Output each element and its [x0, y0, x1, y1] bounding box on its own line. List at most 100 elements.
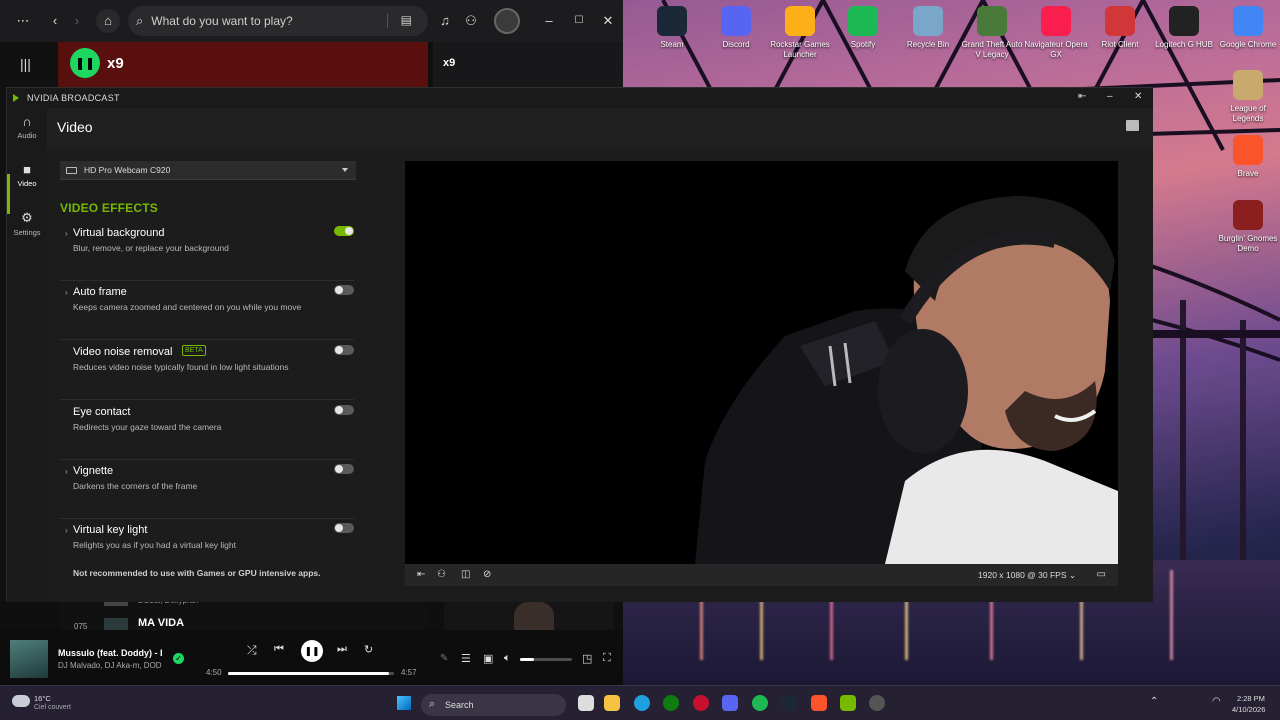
task-view-icon[interactable]: [578, 695, 594, 711]
effect-row[interactable]: › Virtual key light Relights you as if you…: [60, 520, 354, 560]
home-icon[interactable]: ⌂: [96, 9, 120, 33]
edge-icon[interactable]: [634, 695, 650, 711]
repeat-icon[interactable]: ↻: [364, 643, 373, 656]
effect-toggle[interactable]: [334, 285, 354, 295]
maximize-icon[interactable]: ☐: [570, 12, 588, 30]
steam-icon[interactable]: [781, 695, 797, 711]
volume-slider[interactable]: [520, 658, 572, 661]
desktop-icon[interactable]: Brave: [1216, 135, 1280, 179]
lyrics-icon[interactable]: ✎: [440, 653, 448, 664]
feedback-icon[interactable]: [1126, 120, 1139, 131]
effect-toggle[interactable]: [334, 226, 354, 236]
nav-item-audio[interactable]: ∩ Audio: [7, 114, 47, 140]
person-icon[interactable]: ⚇: [437, 569, 446, 580]
nav-label: Settings: [13, 228, 41, 237]
effect-toggle[interactable]: [334, 345, 354, 355]
desktop-icon[interactable]: Google Chrome: [1216, 6, 1280, 50]
desktop-icon[interactable]: Grand Theft Auto V Legacy: [960, 6, 1024, 60]
devices-icon[interactable]: ▣: [483, 652, 493, 665]
desktop-icon[interactable]: Logitech G HUB: [1152, 6, 1216, 50]
library-icon[interactable]: |||: [20, 56, 31, 72]
brave-icon[interactable]: [811, 695, 827, 711]
clock-date[interactable]: 4/10/2026: [1232, 705, 1265, 714]
miniplayer-icon[interactable]: ◳: [582, 652, 592, 665]
friends-icon[interactable]: ⚇: [462, 12, 480, 30]
fullscreen-icon[interactable]: ⛶: [603, 652, 611, 665]
hide-preview-icon[interactable]: ⊘: [483, 569, 491, 580]
close-icon[interactable]: ✕: [1134, 91, 1143, 102]
bell-icon[interactable]: ♫: [436, 12, 454, 30]
device-select[interactable]: HD Pro Webcam C920: [60, 161, 356, 180]
avatar[interactable]: [494, 8, 520, 34]
compare-icon[interactable]: ⇤: [417, 569, 425, 580]
play-pause-button[interactable]: ❚❚: [301, 640, 323, 662]
shuffle-icon[interactable]: ⤮: [247, 643, 257, 658]
nav-item-settings[interactable]: ⚙ Settings: [7, 210, 47, 237]
previous-icon[interactable]: ⏮: [274, 643, 284, 656]
preview-toolbar: ⇤ ⚇ ◫ ⊘ 1920 x 1080 @ 30 FPS ⌄ ▭: [405, 564, 1118, 586]
effect-row[interactable]: Eye contact Redirects your gaze toward th…: [60, 402, 354, 460]
store-icon[interactable]: ▤: [401, 13, 412, 27]
windows-start-icon[interactable]: [397, 696, 411, 710]
liked-check-icon[interactable]: ✓: [173, 653, 184, 664]
desktop-icon[interactable]: Recycle Bin: [896, 6, 960, 50]
clock-time[interactable]: 2:28 PM: [1237, 694, 1265, 703]
desktop-icon[interactable]: League of Legends: [1216, 70, 1280, 124]
app-icon: [1105, 6, 1135, 36]
chevron-right-icon[interactable]: ›: [65, 467, 68, 476]
effect-row[interactable]: Video noise removal BETA Reduces video noi…: [60, 342, 354, 400]
desktop-icon[interactable]: Steam: [640, 6, 704, 50]
close-icon[interactable]: ✕: [599, 12, 617, 30]
obs-icon[interactable]: [869, 695, 885, 711]
desktop-icon[interactable]: Discord: [704, 6, 768, 50]
desktop-icon-label: Google Chrome: [1219, 40, 1277, 49]
queue-icon[interactable]: ☰: [461, 652, 471, 665]
file-explorer-icon[interactable]: [604, 695, 620, 711]
progress-track[interactable]: [228, 672, 394, 675]
forward-arrow-icon[interactable]: ›: [68, 12, 86, 30]
minimize-icon[interactable]: –: [540, 12, 558, 30]
discord-icon[interactable]: [722, 695, 738, 711]
track-artists[interactable]: DJ Malvado, DJ Aka-m, DOD: [58, 661, 162, 670]
effect-row[interactable]: › Vignette Darkens the corners of the fram…: [60, 461, 354, 519]
track-title[interactable]: Mussulo (feat. Doddy) - E: [58, 648, 162, 658]
resolution-selector[interactable]: 1920 x 1080 @ 30 FPS ⌄: [978, 570, 1076, 581]
track-title[interactable]: MA VIDA: [138, 617, 184, 629]
effect-toggle[interactable]: [334, 523, 354, 533]
tray-chevron-icon[interactable]: ⌃: [1150, 696, 1158, 707]
desktop-icon[interactable]: Burglin' Gnomes Demo: [1216, 200, 1280, 254]
desktop-icon-label: Recycle Bin: [906, 40, 950, 49]
more-icon[interactable]: ⋯: [14, 12, 32, 30]
minimize-icon[interactable]: –: [1107, 91, 1113, 102]
nav-item-video[interactable]: ■ Video: [7, 162, 47, 188]
back-arrow-icon[interactable]: ‹: [46, 12, 64, 30]
secondary-card[interactable]: x9: [433, 42, 623, 87]
chevron-right-icon[interactable]: ›: [65, 526, 68, 535]
xbox-search-bar[interactable]: ⌕ What do you want to play? ▤: [128, 6, 428, 36]
chevron-right-icon[interactable]: ›: [65, 229, 68, 238]
opera-gx-icon[interactable]: [693, 695, 709, 711]
chevron-right-icon[interactable]: ›: [65, 288, 68, 297]
camera-settings-icon[interactable]: ◫: [461, 569, 470, 580]
network-icon[interactable]: ◠: [1212, 696, 1221, 707]
effect-toggle[interactable]: [334, 464, 354, 474]
desktop-icon[interactable]: Riot Client: [1088, 6, 1152, 50]
pause-button[interactable]: ❚❚: [70, 48, 100, 78]
effect-row[interactable]: › Virtual background Blur, remove, or repl…: [60, 223, 354, 281]
nvidia-icon[interactable]: [840, 695, 856, 711]
desktop-icon-label: Discord: [722, 40, 750, 49]
effect-row[interactable]: › Auto frame Keeps camera zoomed and cente…: [60, 282, 354, 340]
taskbar-search[interactable]: ⌕ Search: [421, 694, 566, 716]
next-icon[interactable]: ⏭: [337, 643, 347, 656]
effect-description: Blur, remove, or replace your background: [73, 243, 229, 253]
spotify-icon[interactable]: [752, 695, 768, 711]
volume-icon[interactable]: 🔈︎: [504, 652, 511, 665]
desktop-icon[interactable]: Rockstar Games Launcher: [768, 6, 832, 60]
xbox-icon[interactable]: [663, 695, 679, 711]
display-icon[interactable]: ▭: [1097, 569, 1106, 580]
effect-toggle[interactable]: [334, 405, 354, 415]
pin-icon[interactable]: ⇤: [1078, 91, 1087, 102]
now-playing-card[interactable]: ❚❚ x9: [58, 42, 428, 87]
desktop-icon[interactable]: Navigateur Opera GX: [1024, 6, 1088, 60]
desktop-icon[interactable]: Spotify: [831, 6, 895, 50]
